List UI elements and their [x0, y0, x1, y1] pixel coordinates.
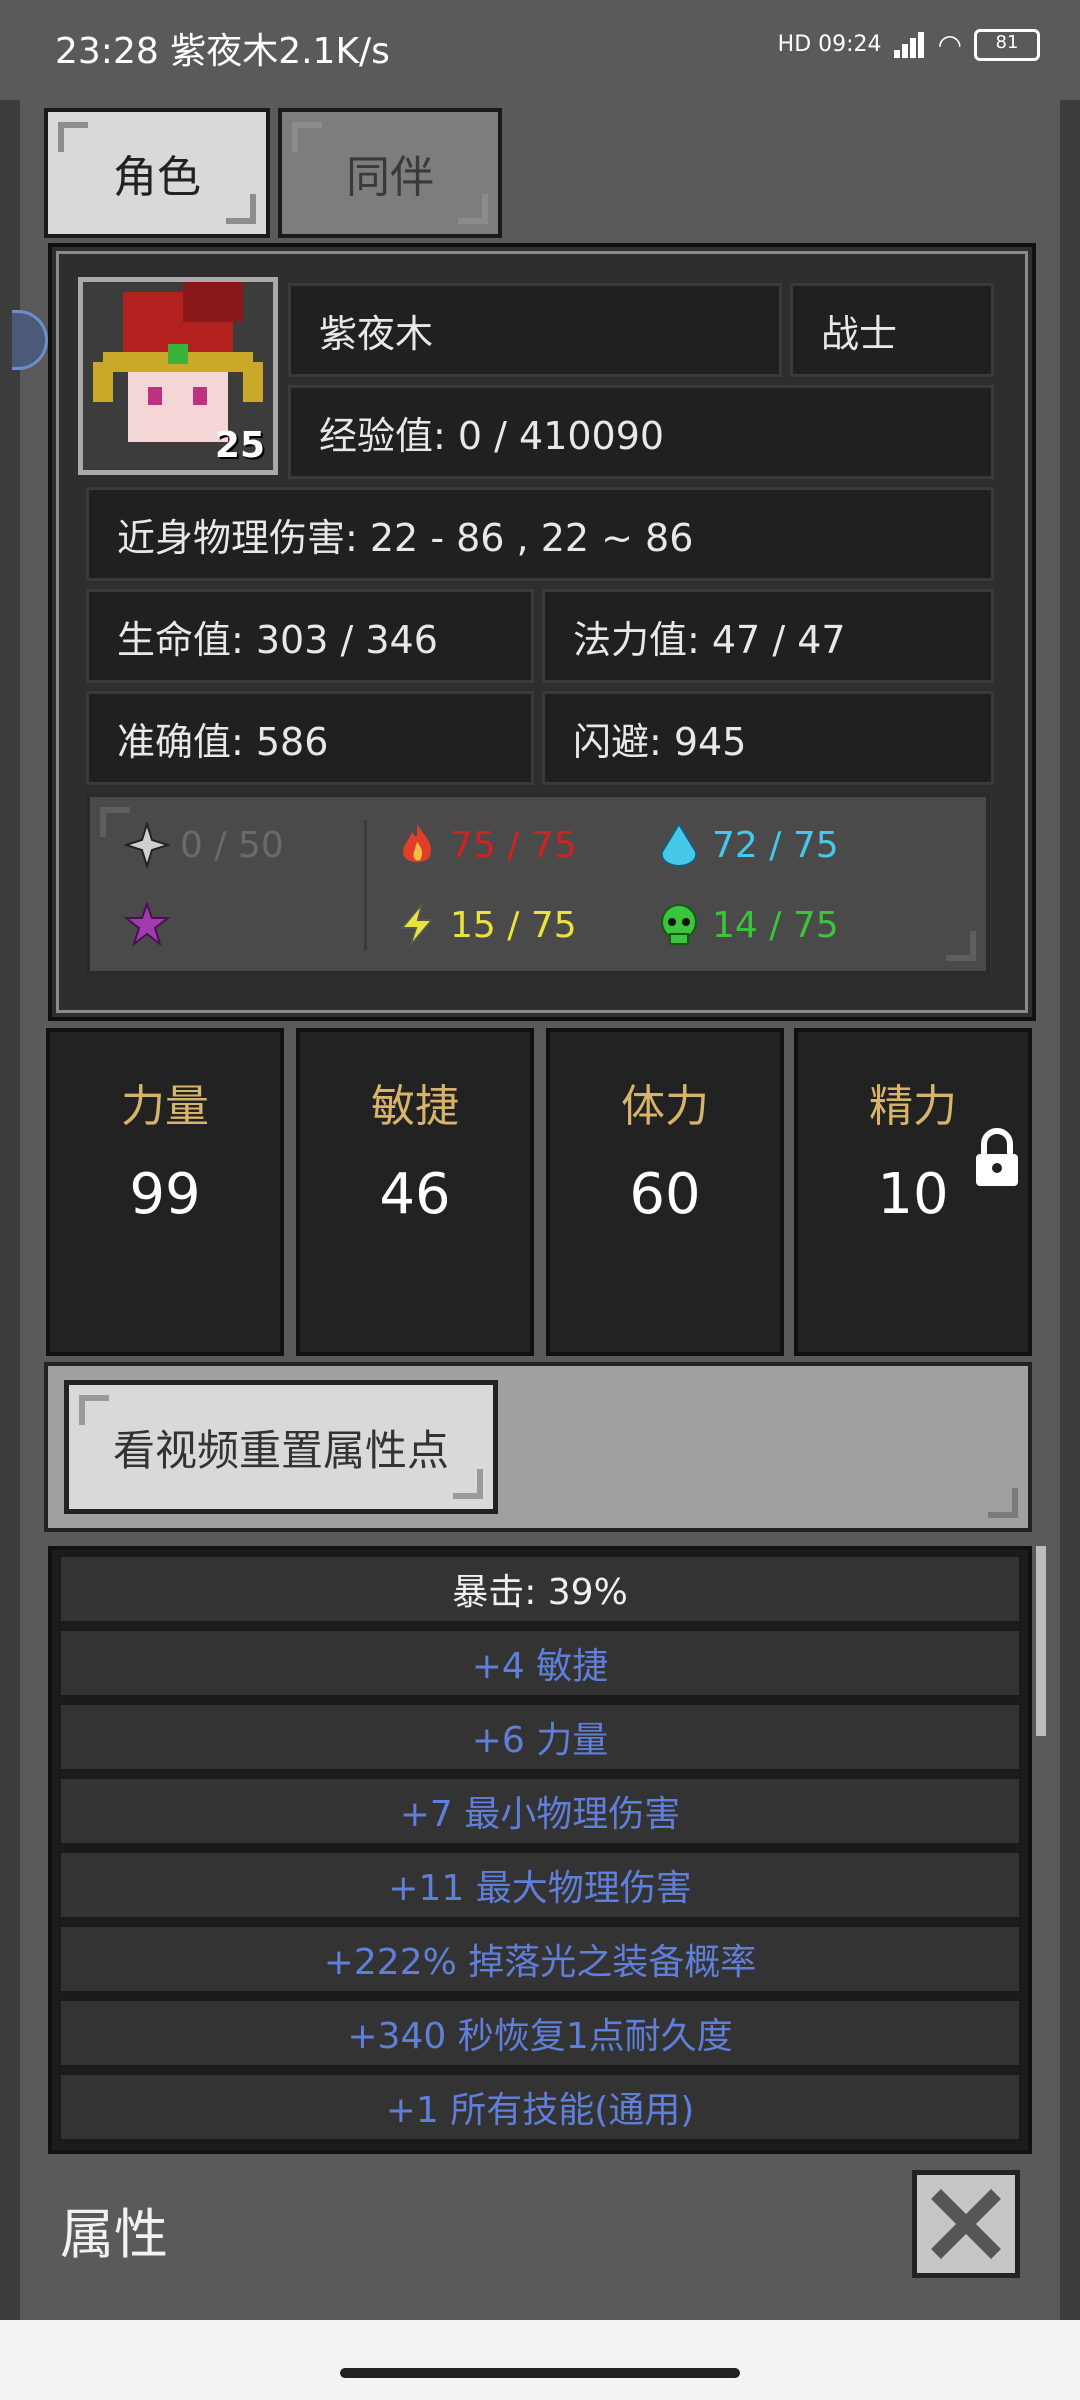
dodge-value: 闪避: 945 — [542, 691, 994, 785]
tab-character[interactable]: 角色 — [44, 108, 270, 238]
lightning-icon — [399, 903, 435, 947]
stat-stamina-label: 体力 — [621, 1081, 709, 1132]
stat-stamina[interactable]: 体力 60 — [546, 1028, 784, 1356]
list-item: +340 秒恢复1点耐久度 — [58, 1998, 1022, 2068]
status-right: HD 09:24 ◠ 81 — [778, 28, 1040, 61]
navigation-bar — [0, 2320, 1080, 2400]
list-scrollbar[interactable] — [1036, 1546, 1046, 1736]
wifi-icon: ◠ — [937, 28, 962, 61]
stat-agility[interactable]: 敏捷 46 — [296, 1028, 534, 1356]
mp-value: 法力值: 47 / 47 — [542, 589, 994, 683]
reset-stats-label: 看视频重置属性点 — [112, 1425, 449, 1475]
close-icon — [931, 2189, 1001, 2259]
resist-poison-value: 14 / 75 — [712, 904, 839, 946]
magic-star-icon — [124, 902, 170, 947]
stat-stamina-value: 60 — [629, 1162, 701, 1227]
experience-value: 经验值: 0 / 410090 — [288, 385, 994, 479]
status-left-text: 23:28 紫夜木2.1K/s — [55, 31, 390, 72]
list-item: +6 力量 — [58, 1702, 1022, 1772]
resist-lightning-value: 15 / 75 — [450, 904, 577, 946]
level-badge: 25 — [214, 425, 265, 466]
resist-lightning: 15 / 75 — [394, 902, 577, 948]
battery-icon: 81 — [974, 28, 1040, 61]
avatar: 25 — [78, 277, 278, 475]
resist-divider — [364, 820, 367, 950]
signal-icon — [893, 31, 926, 58]
tab-character-label: 角色 — [113, 152, 201, 203]
resist-magic — [124, 902, 180, 948]
fire-icon — [403, 824, 431, 862]
stat-agility-value: 46 — [379, 1162, 451, 1227]
resist-cold: 72 / 75 — [656, 822, 839, 868]
stat-strength-label: 力量 — [121, 1081, 209, 1132]
stat-strength-value: 99 — [129, 1162, 201, 1227]
ice-drop-icon — [660, 822, 698, 868]
list-item: +11 最大物理伤害 — [58, 1850, 1022, 1920]
list-item: +1 所有技能(通用) — [58, 2072, 1022, 2142]
right-frame — [1060, 100, 1080, 2320]
resist-cold-value: 72 / 75 — [712, 824, 839, 866]
stat-strength[interactable]: 力量 99 — [46, 1028, 284, 1356]
hp-value: 生命值: 303 / 346 — [86, 589, 534, 683]
skull-icon — [661, 904, 697, 945]
stat-energy[interactable]: 精力 10 — [794, 1028, 1032, 1356]
side-bubble-icon[interactable] — [12, 310, 48, 370]
attribute-list[interactable]: 暴击: 39% +4 敏捷 +6 力量 +7 最小物理伤害 +11 最大物理伤害… — [48, 1546, 1032, 2154]
shuriken-icon — [124, 822, 170, 868]
resist-poison: 14 / 75 — [656, 902, 839, 948]
resist-physical-value: 0 / 50 — [180, 824, 284, 866]
list-item: +222% 掉落光之装备概率 — [58, 1924, 1022, 1994]
resist-physical: 0 / 50 — [124, 822, 284, 868]
tab-companion[interactable]: 同伴 — [278, 108, 502, 238]
resist-fire: 75 / 75 — [394, 822, 577, 868]
status-right-text: HD 09:24 — [777, 32, 882, 57]
list-item: +4 敏捷 — [58, 1628, 1022, 1698]
resist-fire-value: 75 / 75 — [450, 824, 577, 866]
close-button[interactable] — [912, 2170, 1020, 2278]
left-frame — [0, 100, 20, 2320]
melee-damage-value: 近身物理伤害: 22 - 86 , 22 ~ 86 — [86, 487, 994, 581]
reset-stats-button[interactable]: 看视频重置属性点 — [64, 1380, 498, 1514]
list-item: +7 最小物理伤害 — [58, 1776, 1022, 1846]
status-bar: 23:28 紫夜木2.1K/s HD 09:24 ◠ 81 — [0, 0, 1080, 100]
tab-companion-label: 同伴 — [346, 152, 434, 203]
list-item: 暴击: 39% — [58, 1554, 1022, 1624]
character-class: 战士 — [790, 283, 994, 377]
page-title: 属性 — [60, 2203, 168, 2266]
home-handle[interactable] — [340, 2368, 740, 2378]
stat-agility-label: 敏捷 — [371, 1081, 459, 1132]
lock-icon[interactable] — [972, 1128, 1022, 1188]
stat-energy-label: 精力 — [869, 1081, 957, 1132]
accuracy-value: 准确值: 586 — [86, 691, 534, 785]
character-name: 紫夜木 — [288, 283, 782, 377]
